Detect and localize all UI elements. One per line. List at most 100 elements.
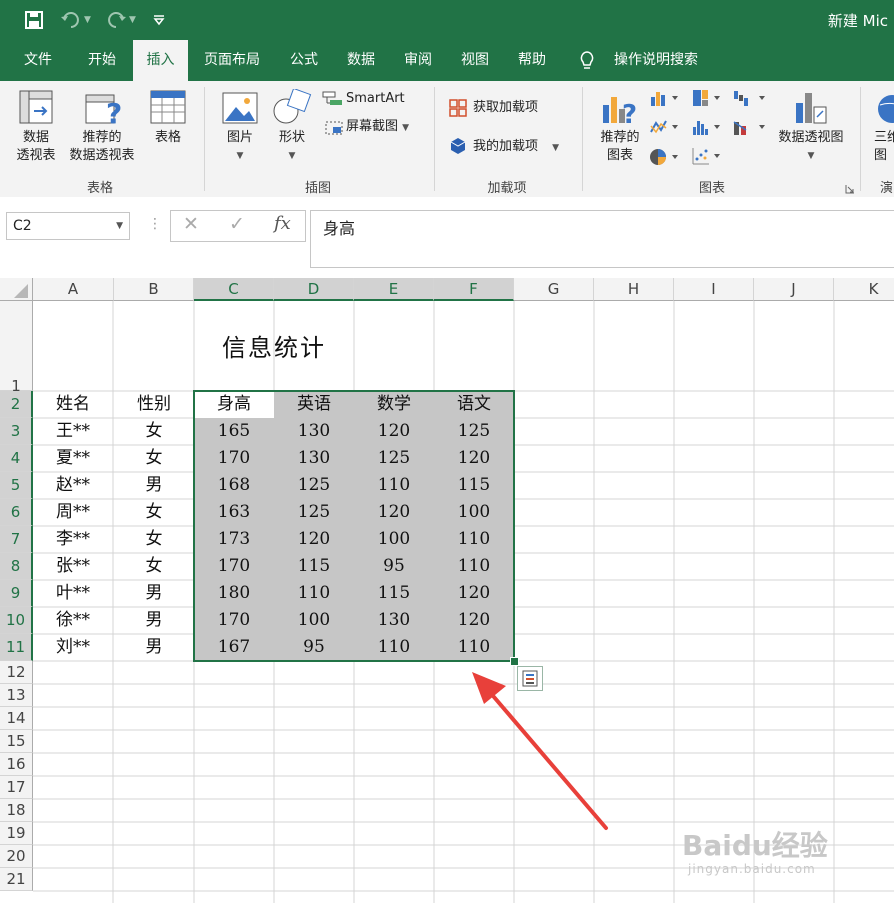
column-header-c[interactable]: C bbox=[194, 278, 274, 301]
insert-function-icon[interactable]: fx bbox=[274, 213, 291, 234]
data-cell[interactable]: 男 bbox=[114, 472, 194, 499]
row-header-5[interactable]: 5 bbox=[0, 472, 33, 499]
recommended-charts-button[interactable]: 推荐的 图表 bbox=[592, 129, 648, 165]
row-header-12[interactable]: 12 bbox=[0, 661, 33, 684]
column-header-g[interactable]: G bbox=[514, 278, 594, 301]
data-cell[interactable]: 女 bbox=[114, 526, 194, 553]
row-header-1[interactable]: 1 bbox=[0, 301, 33, 395]
data-cell[interactable]: 徐** bbox=[33, 607, 113, 634]
tab-home[interactable]: 开始 bbox=[76, 40, 128, 81]
column-header-h[interactable]: H bbox=[594, 278, 674, 301]
column-header-k[interactable]: K bbox=[834, 278, 894, 301]
column-header-e[interactable]: E bbox=[354, 278, 434, 301]
combo-chart-icon[interactable] bbox=[733, 118, 767, 140]
pivot-chart-button[interactable]: 数据透视图 ▼ bbox=[772, 129, 850, 165]
data-cell[interactable]: 周** bbox=[33, 499, 113, 526]
scatter-chart-icon[interactable] bbox=[692, 147, 722, 169]
data-cell[interactable]: 赵** bbox=[33, 472, 113, 499]
tab-file[interactable]: 文件 bbox=[10, 40, 66, 81]
pivot-table-icon[interactable] bbox=[18, 89, 54, 129]
row-header-13[interactable]: 13 bbox=[0, 684, 33, 707]
data-cell[interactable]: 男 bbox=[114, 580, 194, 607]
line-chart-icon[interactable] bbox=[650, 118, 680, 140]
pie-chart-icon[interactable] bbox=[648, 147, 680, 171]
formula-input[interactable]: 身高 bbox=[310, 210, 894, 268]
redo-icon[interactable]: ▼ bbox=[105, 8, 136, 32]
row-header-16[interactable]: 16 bbox=[0, 753, 33, 776]
waterfall-chart-icon[interactable] bbox=[733, 89, 767, 111]
data-cell[interactable]: 女 bbox=[114, 445, 194, 472]
3d-map-button[interactable]: 三维 图 bbox=[874, 129, 894, 165]
data-cell[interactable]: 男 bbox=[114, 634, 194, 661]
3d-map-icon[interactable] bbox=[876, 91, 894, 129]
row-header-14[interactable]: 14 bbox=[0, 707, 33, 730]
enter-icon[interactable]: ✓ bbox=[229, 213, 245, 235]
tab-review[interactable]: 审阅 bbox=[392, 40, 444, 81]
column-header-b[interactable]: B bbox=[114, 278, 194, 301]
smartart-icon[interactable] bbox=[322, 91, 344, 111]
column-header-f[interactable]: F bbox=[434, 278, 514, 301]
column-header-i[interactable]: I bbox=[674, 278, 754, 301]
data-cell[interactable]: 刘** bbox=[33, 634, 113, 661]
data-cell[interactable]: 叶** bbox=[33, 580, 113, 607]
tab-help[interactable]: 帮助 bbox=[506, 40, 558, 81]
pivot-chart-icon[interactable] bbox=[792, 89, 830, 131]
row-header-3[interactable]: 3 bbox=[0, 418, 33, 445]
pivot-table-button[interactable]: 数据 透视表 bbox=[10, 129, 62, 165]
tab-data[interactable]: 数据 bbox=[335, 40, 387, 81]
pictures-icon[interactable] bbox=[222, 91, 258, 129]
hierarchy-chart-icon[interactable] bbox=[692, 89, 722, 111]
undo-icon[interactable]: ▼ bbox=[60, 8, 91, 32]
row-header-8[interactable]: 8 bbox=[0, 553, 33, 580]
row-header-10[interactable]: 10 bbox=[0, 607, 33, 634]
header-cell[interactable]: 性别 bbox=[114, 391, 194, 418]
table-icon[interactable] bbox=[150, 89, 186, 129]
row-header-6[interactable]: 6 bbox=[0, 499, 33, 526]
row-header-20[interactable]: 20 bbox=[0, 845, 33, 868]
data-cell[interactable]: 王** bbox=[33, 418, 113, 445]
data-cell[interactable]: 女 bbox=[114, 553, 194, 580]
row-header-21[interactable]: 21 bbox=[0, 868, 33, 891]
recommended-pivot-button[interactable]: 推荐的 数据透视表 bbox=[62, 129, 142, 165]
row-header-2[interactable]: 2 bbox=[0, 391, 33, 418]
cancel-icon[interactable]: ✕ bbox=[183, 213, 199, 235]
data-cell[interactable]: 女 bbox=[114, 499, 194, 526]
header-cell[interactable]: 姓名 bbox=[33, 391, 113, 418]
get-addins-button[interactable]: 获取加载项 bbox=[473, 99, 538, 117]
tab-page-layout[interactable]: 页面布局 bbox=[194, 40, 270, 81]
data-cell[interactable]: 夏** bbox=[33, 445, 113, 472]
tab-formulas[interactable]: 公式 bbox=[278, 40, 330, 81]
row-header-4[interactable]: 4 bbox=[0, 445, 33, 472]
column-header-j[interactable]: J bbox=[754, 278, 834, 301]
smartart-button[interactable]: SmartArt bbox=[346, 90, 405, 108]
store-icon[interactable] bbox=[449, 99, 467, 121]
row-header-19[interactable]: 19 bbox=[0, 822, 33, 845]
data-cell[interactable]: 男 bbox=[114, 607, 194, 634]
name-box-dropdown-icon[interactable]: ▼ bbox=[116, 213, 123, 239]
column-header-a[interactable]: A bbox=[33, 278, 114, 301]
my-addins-button[interactable]: 我的加载项 ▼ bbox=[473, 138, 559, 157]
data-cell[interactable]: 女 bbox=[114, 418, 194, 445]
row-header-7[interactable]: 7 bbox=[0, 526, 33, 553]
tab-insert[interactable]: 插入 bbox=[133, 40, 188, 81]
statistic-chart-icon[interactable] bbox=[692, 118, 722, 140]
pictures-button[interactable]: 图片 ▼ bbox=[218, 129, 262, 165]
name-box[interactable]: C2 ▼ bbox=[6, 212, 130, 240]
row-header-18[interactable]: 18 bbox=[0, 799, 33, 822]
customize-toolbar-icon[interactable] bbox=[152, 8, 166, 32]
shapes-button[interactable]: 形状 ▼ bbox=[270, 129, 314, 165]
row-header-17[interactable]: 17 bbox=[0, 776, 33, 799]
data-cell[interactable]: 李** bbox=[33, 526, 113, 553]
select-all-button[interactable] bbox=[0, 278, 33, 301]
recommended-charts-icon[interactable]: ? bbox=[600, 89, 640, 131]
table-button[interactable]: 表格 bbox=[146, 129, 190, 147]
screenshot-icon[interactable] bbox=[324, 119, 344, 141]
screenshot-button[interactable]: 屏幕截图 ▼ bbox=[346, 118, 409, 137]
column-header-d[interactable]: D bbox=[274, 278, 354, 301]
my-addins-icon[interactable] bbox=[449, 137, 467, 159]
tell-me-search[interactable]: 操作说明搜索 bbox=[604, 40, 708, 81]
save-icon[interactable] bbox=[24, 8, 44, 32]
row-header-15[interactable]: 15 bbox=[0, 730, 33, 753]
shapes-icon[interactable] bbox=[272, 87, 312, 131]
tab-view[interactable]: 视图 bbox=[449, 40, 501, 81]
